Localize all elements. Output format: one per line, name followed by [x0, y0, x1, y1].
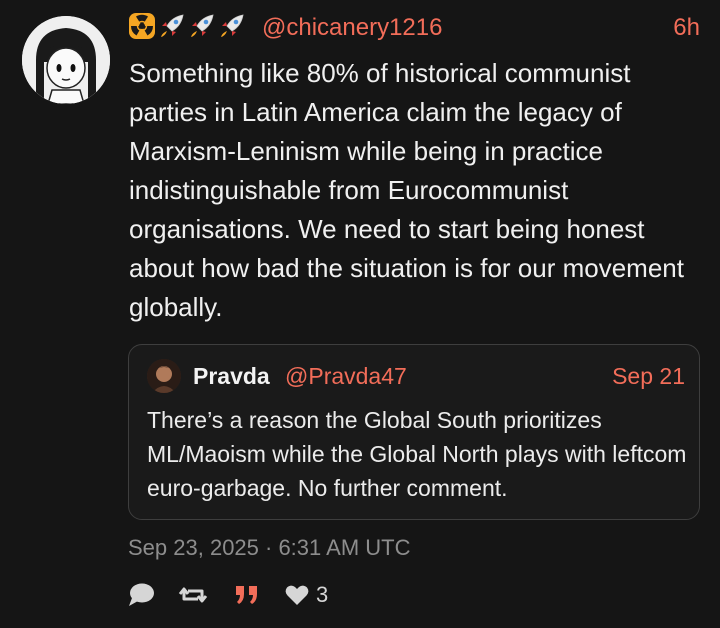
avatar[interactable]: [22, 16, 110, 104]
speech-bubble-icon: [126, 581, 156, 609]
rocket-icon: [218, 12, 246, 45]
quoted-avatar-image: [147, 359, 181, 393]
radioactive-badge-icon: [128, 12, 156, 45]
post-text: Something like 80% of historical communi…: [129, 58, 684, 322]
quoted-author-name[interactable]: Pravda: [193, 361, 270, 391]
display-name-emojis: [128, 12, 246, 45]
reply-button[interactable]: [126, 581, 156, 609]
repost-button[interactable]: [178, 581, 208, 609]
heart-icon: [284, 582, 310, 608]
quoted-post-text: There’s a reason the Global South priori…: [147, 407, 687, 501]
post-timestamp[interactable]: Sep 23, 2025 · 6:31 AM UTC: [128, 534, 411, 562]
rocket-icon: [188, 12, 216, 45]
quoted-post[interactable]: Pravda @Pravda47 Sep 21 There’s a reason…: [128, 344, 700, 520]
like-button[interactable]: 3: [284, 581, 328, 609]
like-count: 3: [316, 582, 329, 607]
repost-icon: [178, 581, 208, 609]
avatar-image: [22, 16, 110, 104]
post-relative-time[interactable]: 6h: [673, 14, 700, 42]
quote-button[interactable]: [232, 581, 262, 609]
quoted-avatar[interactable]: [147, 359, 181, 393]
post-header: @chicanery1216 6h: [128, 12, 700, 46]
quoted-author-handle[interactable]: @Pravda47: [285, 361, 407, 391]
rocket-icon: [158, 12, 186, 45]
quote-marks-icon: [232, 581, 262, 609]
quoted-post-date[interactable]: Sep 21: [612, 361, 685, 391]
post-actions: 3: [126, 578, 328, 612]
author-handle[interactable]: @chicanery1216: [262, 14, 442, 42]
